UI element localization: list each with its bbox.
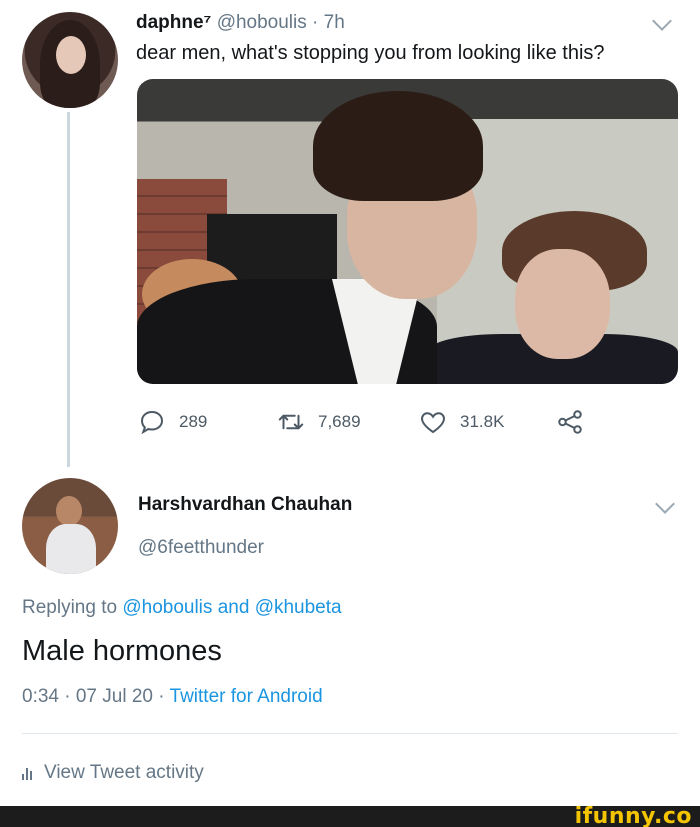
reply-icon (140, 410, 164, 435)
chevron-down-icon[interactable] (655, 494, 675, 514)
bar-chart-icon (22, 766, 32, 780)
tweet-text: dear men, what's stopping you from looki… (136, 42, 605, 64)
avatar-body (46, 524, 96, 574)
thread-line (67, 112, 70, 467)
photo-person2-face (515, 249, 610, 359)
replying-prefix: Replying to (22, 597, 118, 618)
reply-button[interactable]: 289 (137, 405, 207, 439)
reply-tweet[interactable]: Harshvardhan Chauhan @6feetthunder Reply… (0, 470, 700, 810)
retweet-button[interactable]: 7,689 (276, 405, 361, 439)
tweet-actions: 289 7,689 31.8K (137, 405, 597, 439)
tweet-time[interactable]: 7h (324, 12, 345, 33)
divider (22, 733, 678, 734)
tweet-photo[interactable] (137, 79, 678, 384)
tweet-meta: 0:34 · 07 Jul 20 · Twitter for Android (22, 686, 323, 708)
reply-count: 289 (179, 412, 208, 431)
retweet-icon (278, 414, 304, 430)
replying-and[interactable]: and (218, 597, 250, 618)
avatar[interactable] (22, 12, 118, 108)
photo-person1-hair (313, 91, 483, 201)
timestamp: 0:34 · 07 Jul 20 · (22, 686, 165, 707)
author-handle[interactable]: @hoboulis (217, 12, 307, 33)
chevron-down-icon[interactable] (652, 11, 672, 31)
avatar-head (56, 496, 82, 526)
share-button[interactable] (555, 405, 585, 439)
watermark-bar: ifunny.co (0, 806, 700, 827)
author-name[interactable]: daphne⁷ (136, 12, 211, 33)
like-count: 31.8K (460, 412, 505, 431)
view-activity-link[interactable]: View Tweet activity (22, 762, 204, 784)
author-handle[interactable]: @6feetthunder (138, 537, 264, 559)
mention-link[interactable]: @khubeta (255, 597, 342, 618)
client-link[interactable]: Twitter for Android (170, 686, 323, 707)
avatar-face (56, 36, 86, 74)
author-name[interactable]: Harshvardhan Chauhan (138, 494, 352, 516)
activity-label: View Tweet activity (44, 762, 204, 783)
mention-link[interactable]: @hoboulis (122, 597, 212, 618)
tweet-header: daphne⁷ @hoboulis · 7h (136, 12, 345, 34)
original-tweet[interactable]: daphne⁷ @hoboulis · 7h dear men, what's … (0, 0, 700, 470)
share-icon (558, 410, 582, 434)
replying-to: Replying to @hoboulis and @khubeta (22, 597, 342, 619)
watermark: ifunny.co (574, 804, 692, 827)
separator: · (312, 12, 319, 33)
heart-icon (421, 412, 445, 434)
avatar[interactable] (22, 478, 118, 574)
retweet-count: 7,689 (318, 412, 361, 431)
like-button[interactable]: 31.8K (418, 405, 504, 439)
tweet-text: Male hormones (22, 635, 222, 667)
